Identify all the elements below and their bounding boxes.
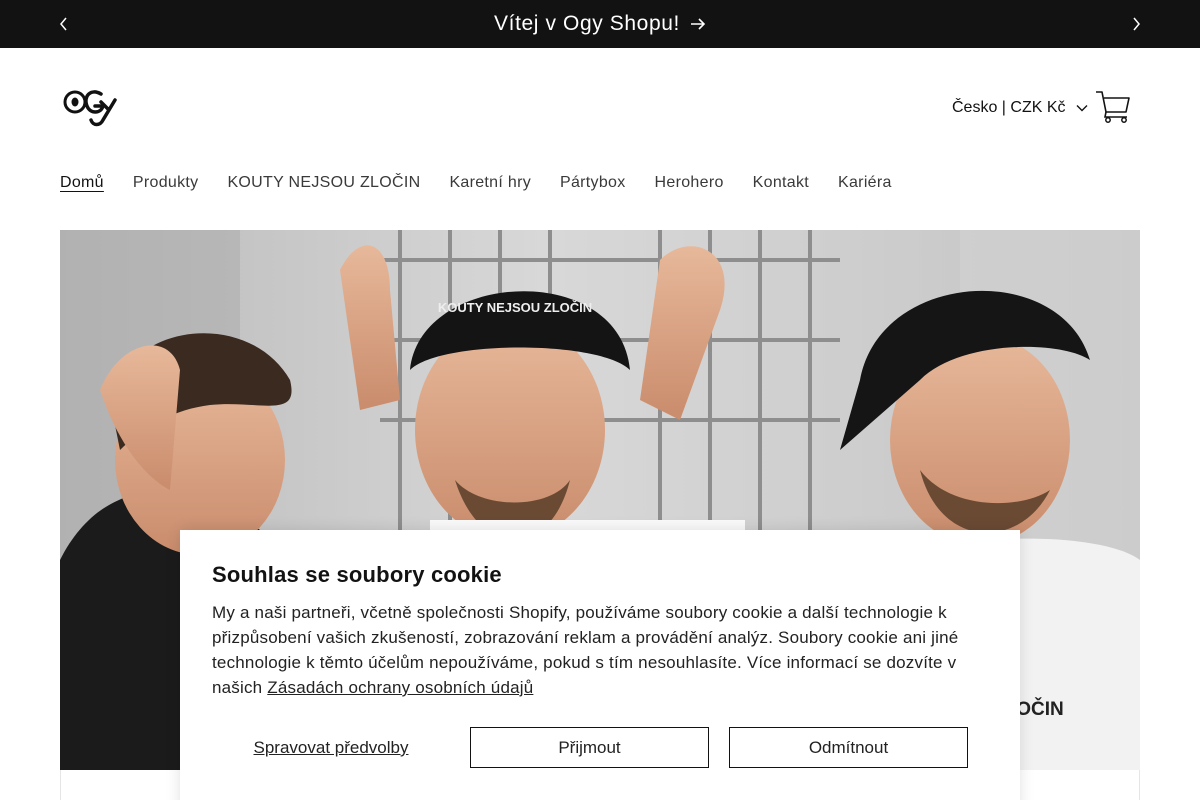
announcement-bar: Vítej v Ogy Shopu! — [0, 0, 1200, 48]
country-currency-label: Česko | CZK Kč — [952, 99, 1066, 116]
accept-button[interactable]: Přijmout — [470, 727, 709, 768]
nav-item-kontakt[interactable]: Kontakt — [753, 174, 809, 192]
chevron-down-icon — [1076, 105, 1088, 112]
cap-print-text: KOUTY NEJSOU ZLOČIN — [438, 300, 592, 315]
decline-button[interactable]: Odmítnout — [729, 727, 968, 768]
cookie-title: Souhlas se soubory cookie — [212, 562, 502, 587]
announcement-message: Vítej v Ogy Shopu! — [0, 0, 1200, 48]
nav-item-herohero[interactable]: Herohero — [655, 174, 724, 192]
manage-preferences-button[interactable]: Spravovat předvolby — [212, 727, 450, 769]
cart-button[interactable] — [1094, 88, 1132, 124]
nav-item-kouty-nejsou-zlocin[interactable]: KOUTY NEJSOU ZLOČIN — [227, 174, 420, 192]
cookie-consent-dialog: Souhlas se soubory cookie My a naši part… — [180, 530, 1020, 800]
chevron-right-icon — [1133, 17, 1140, 31]
privacy-policy-link[interactable]: Zásadách ochrany osobních údajů — [267, 678, 533, 697]
nav-item-karetni-hry[interactable]: Karetní hry — [449, 174, 531, 192]
cart-icon — [1096, 91, 1130, 123]
nav-item-kariera[interactable]: Kariéra — [838, 174, 892, 192]
nav-item-domu[interactable]: Domů — [60, 174, 104, 192]
shirt-print-text: OČIN — [1016, 698, 1064, 720]
ogy-logo[interactable] — [63, 86, 117, 128]
announcement-next-button[interactable] — [1124, 12, 1148, 36]
main-navigation: Domů Produkty KOUTY NEJSOU ZLOČIN Karetn… — [60, 174, 892, 192]
country-currency-selector[interactable]: Česko | CZK Kč — [952, 96, 1088, 120]
announcement-text: Vítej v Ogy Shopu! — [494, 12, 680, 35]
cookie-actions: Spravovat předvolby Přijmout Odmítnout — [212, 727, 968, 769]
announcement-link[interactable]: Vítej v Ogy Shopu! — [494, 12, 706, 36]
cookie-body: My a naši partneři, včetně společnosti S… — [212, 600, 992, 700]
nav-item-partybox[interactable]: Pártybox — [560, 174, 626, 192]
arrow-right-icon — [690, 18, 706, 30]
nav-item-produkty[interactable]: Produkty — [133, 174, 199, 192]
